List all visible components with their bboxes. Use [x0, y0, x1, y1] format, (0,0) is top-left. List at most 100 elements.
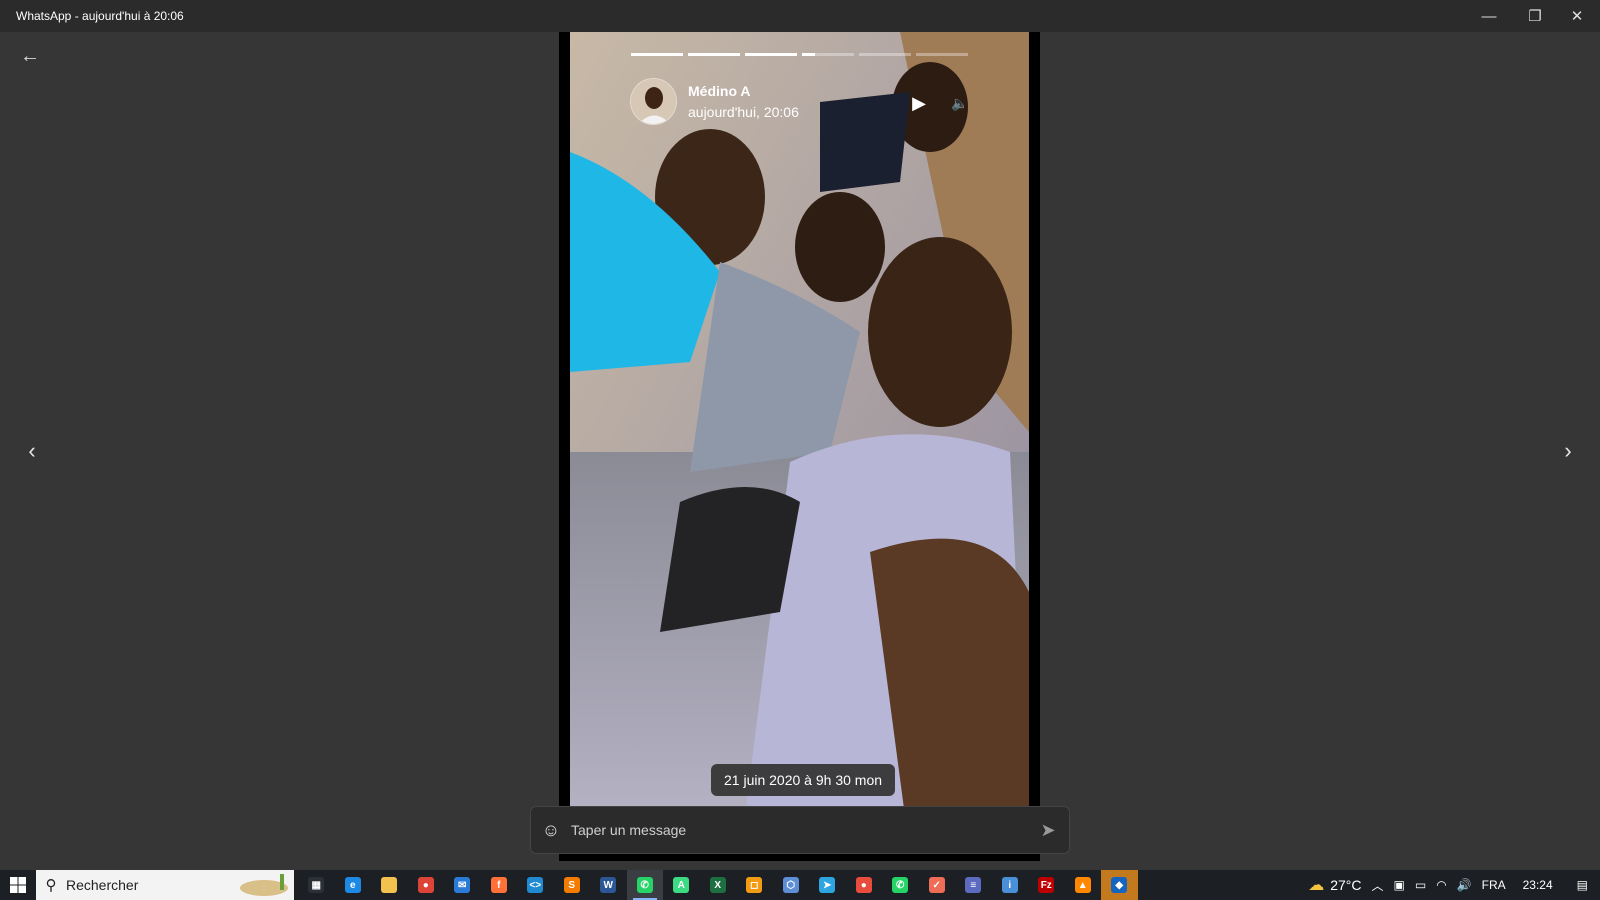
taskbar-app-android-studio[interactable]: A	[663, 870, 700, 900]
excel-icon: X	[709, 877, 726, 893]
story-photo[interactable]	[570, 32, 1029, 854]
mail-icon: ✉	[454, 877, 471, 893]
taskbar-app-file-explorer[interactable]	[371, 870, 408, 900]
whatsapp-icon: ✆	[636, 877, 653, 893]
arrow-left-icon: ←	[20, 44, 40, 67]
taskbar-app-vscode[interactable]: <>	[517, 870, 554, 900]
taskbar-app-task-view[interactable]: ▦	[298, 870, 335, 900]
filezilla-icon: Fz	[1038, 877, 1055, 893]
notifications-button[interactable]: ▤	[1565, 870, 1600, 900]
show-hidden-icons-button[interactable]: ︿	[1366, 870, 1388, 900]
firefox-icon: f	[490, 877, 507, 893]
security-shield-icon: ◆	[1111, 877, 1128, 893]
weather-widget[interactable]: ☁ 27°C	[1303, 870, 1366, 900]
close-icon: ✕	[1570, 8, 1584, 25]
taskbar-search[interactable]: ⚲ Rechercher	[36, 870, 294, 900]
taskbar-app-app-circle[interactable]: i	[992, 870, 1029, 900]
battery-button[interactable]: ▭	[1410, 870, 1431, 900]
vscode-icon: <>	[527, 877, 544, 893]
media-app-icon: ●	[855, 877, 872, 893]
previous-story-button[interactable]: ‹	[20, 436, 44, 466]
back-button[interactable]: ←	[14, 42, 46, 70]
speaker-icon: 🔊	[1456, 878, 1472, 892]
word-icon: W	[600, 877, 617, 893]
progress-segment	[631, 53, 683, 56]
avatar[interactable]	[630, 78, 677, 125]
camera-icon: ▣	[1393, 878, 1405, 892]
chrome-icon: ●	[417, 877, 434, 893]
task-view-icon: ▦	[308, 877, 325, 893]
progress-segment	[745, 53, 797, 56]
search-placeholder: Rechercher	[66, 877, 139, 893]
windows-logo-icon	[10, 877, 26, 893]
author-name: Médino A	[688, 83, 751, 99]
taskbar-app-vlc[interactable]: ▲	[1065, 870, 1102, 900]
close-button[interactable]: ✕	[1554, 0, 1600, 32]
window-title: WhatsApp - aujourd'hui à 20:06	[16, 9, 184, 23]
taskbar-app-media-app[interactable]: ●	[846, 870, 883, 900]
taskbar-apps: ▦ e ● ✉ f <> S W ✆ A X ◻ ⬡ ➤ ● ✆ ✓ ≡ i Fz ▲ ◆	[298, 870, 1138, 900]
search-icon: ⚲	[45, 877, 57, 894]
start-button[interactable]	[0, 870, 36, 900]
taskbar-app-orange-app[interactable]: ◻	[736, 870, 773, 900]
taskbar-app-edge[interactable]: e	[335, 870, 372, 900]
taskbar-app-chrome[interactable]: ●	[408, 870, 445, 900]
taskbar-app-sublime[interactable]: S	[554, 870, 591, 900]
story-author[interactable]: Médino A aujourd'hui, 20:06	[630, 78, 799, 125]
send-button[interactable]: ➤	[1027, 806, 1069, 854]
restore-button[interactable]: ❐	[1512, 0, 1558, 32]
orange-app-icon: ◻	[746, 877, 763, 893]
android-studio-icon: A	[673, 877, 690, 893]
language-indicator[interactable]: FRA	[1477, 870, 1511, 900]
meet-now-button[interactable]: ▣	[1389, 870, 1410, 900]
minimize-icon: —	[1481, 7, 1497, 25]
progress-segment	[688, 53, 740, 56]
emoji-icon: ☺	[541, 819, 561, 840]
emoji-button[interactable]: ☺	[531, 806, 571, 854]
search-highlight-illustration-icon	[240, 874, 288, 896]
message-input[interactable]	[571, 810, 1027, 850]
app-striped-icon: ≡	[965, 877, 982, 893]
taskbar-app-app[interactable]: ✓	[919, 870, 956, 900]
taskbar-app-whatsapp-alt[interactable]: ✆	[882, 870, 919, 900]
weather-icon: ☁	[1308, 877, 1325, 894]
taskbar-app-virtualbox[interactable]: ⬡	[773, 870, 810, 900]
minimize-button[interactable]: —	[1466, 0, 1512, 32]
taskbar-app-telegram[interactable]: ➤	[809, 870, 846, 900]
notification-icon: ▤	[1576, 878, 1588, 892]
clock[interactable]: 23:24	[1511, 870, 1565, 900]
battery-icon: ▭	[1414, 878, 1427, 892]
taskbar-app-mail[interactable]: ✉	[444, 870, 481, 900]
next-story-button[interactable]: ›	[1556, 436, 1580, 466]
sublime-icon: S	[563, 877, 580, 893]
volume-button[interactable]: 🔈	[948, 93, 972, 113]
chevron-right-icon: ›	[1564, 438, 1572, 463]
taskbar-app-security-shield[interactable]: ◆	[1101, 870, 1138, 900]
whatsapp-alt-icon: ✆	[892, 877, 909, 893]
telegram-icon: ➤	[819, 877, 836, 893]
chevron-up-icon: ︿	[1371, 878, 1384, 893]
vlc-icon: ▲	[1074, 877, 1091, 893]
wifi-icon: ◠	[1436, 878, 1447, 892]
taskbar-app-firefox[interactable]: f	[481, 870, 518, 900]
whatsapp-window: WhatsApp - aujourd'hui à 20:06 — ❐ ✕ ← ‹…	[0, 0, 1600, 870]
edge-icon: e	[344, 877, 361, 893]
windows-taskbar: ⚲ Rechercher ▦ e ● ✉ f <> S W ✆ A X ◻ ⬡ ➤ ● ✆ ✓ ≡ i Fz ▲ ◆ ☁ …	[0, 870, 1600, 900]
taskbar-app-word[interactable]: W	[590, 870, 627, 900]
volume-tray-button[interactable]: 🔊	[1452, 870, 1477, 900]
volume-icon: 🔈	[951, 94, 969, 111]
story-caption: 21 juin 2020 à 9h 30 mon	[711, 764, 896, 796]
taskbar-app-excel[interactable]: X	[700, 870, 737, 900]
story-timestamp: aujourd'hui, 20:06	[688, 104, 799, 120]
taskbar-app-app-striped[interactable]: ≡	[955, 870, 992, 900]
network-button[interactable]: ◠	[1431, 870, 1451, 900]
taskbar-app-filezilla[interactable]: Fz	[1028, 870, 1065, 900]
progress-segment	[859, 53, 911, 56]
file-explorer-icon	[381, 877, 398, 893]
system-tray: ☁ 27°C ︿ ▣ ▭ ◠ 🔊 FRA 23:24 ▤	[1303, 870, 1600, 900]
weather-temperature: 27°C	[1330, 877, 1362, 893]
play-icon: ▶	[912, 92, 926, 113]
taskbar-app-whatsapp[interactable]: ✆	[626, 870, 663, 900]
play-button[interactable]: ▶	[908, 92, 930, 114]
story-progress-bar	[631, 53, 968, 56]
